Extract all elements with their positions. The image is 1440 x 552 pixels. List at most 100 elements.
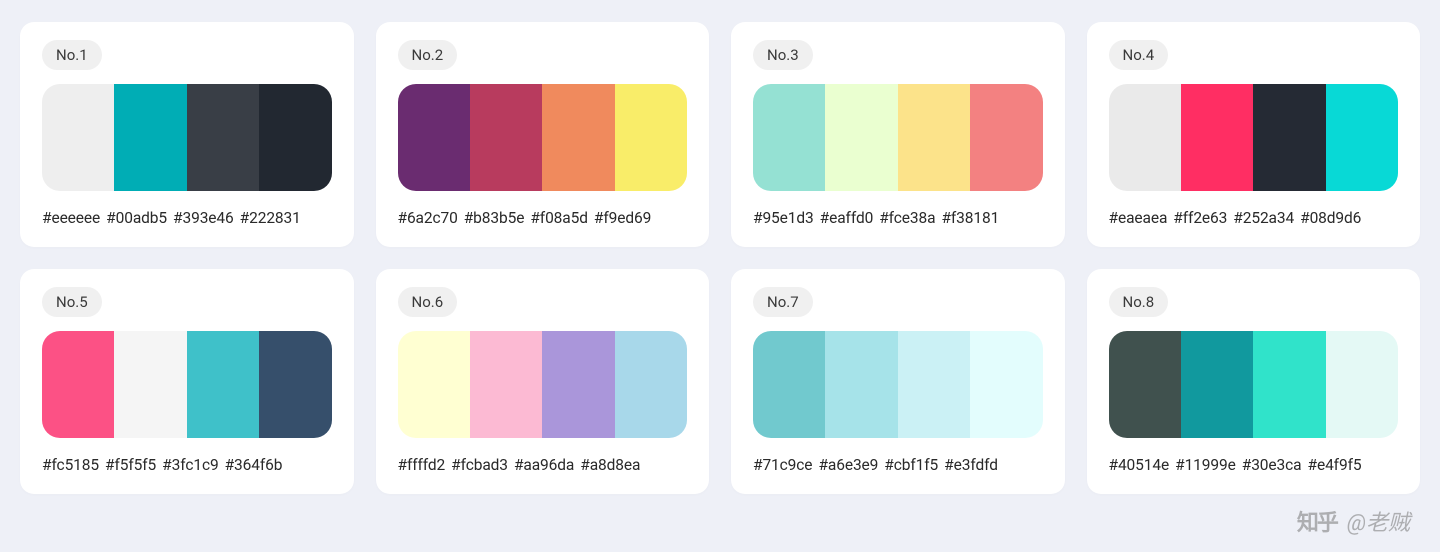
color-swatch[interactable] [187, 84, 259, 191]
hex-code[interactable]: #6a2c70 [398, 209, 458, 227]
palette-card[interactable]: No.8 #40514e #11999e #30e3ca #e4f9f5 [1087, 269, 1421, 494]
hex-code[interactable]: #3fc1c9 [162, 456, 218, 474]
color-swatch[interactable] [825, 84, 897, 191]
palette-badge: No.2 [398, 40, 458, 70]
swatch-row [398, 84, 688, 191]
hex-row: #fc5185 #f5f5f5 #3fc1c9 #364f6b [42, 456, 332, 474]
swatch-row [753, 331, 1043, 438]
palette-badge: No.8 [1109, 287, 1169, 317]
swatch-row [1109, 84, 1399, 191]
hex-code[interactable]: #f08a5d [530, 209, 588, 227]
color-swatch[interactable] [1181, 84, 1253, 191]
color-swatch[interactable] [615, 84, 687, 191]
color-swatch[interactable] [470, 331, 542, 438]
palette-card[interactable]: No.3 #95e1d3 #eaffd0 #fce38a #f38181 [731, 22, 1065, 247]
hex-code[interactable]: #252a34 [1233, 209, 1294, 227]
swatch-row [42, 84, 332, 191]
swatch-row [42, 331, 332, 438]
color-swatch[interactable] [259, 331, 331, 438]
palette-card[interactable]: No.5 #fc5185 #f5f5f5 #3fc1c9 #364f6b [20, 269, 354, 494]
color-swatch[interactable] [470, 84, 542, 191]
hex-code[interactable]: #95e1d3 [753, 209, 814, 227]
color-swatch[interactable] [753, 331, 825, 438]
hex-code[interactable]: #393e46 [173, 209, 234, 227]
color-swatch[interactable] [542, 331, 614, 438]
hex-code[interactable]: #eaffd0 [820, 209, 874, 227]
palette-card[interactable]: No.1 #eeeeee #00adb5 #393e46 #222831 [20, 22, 354, 247]
color-swatch[interactable] [825, 331, 897, 438]
palette-card[interactable]: No.6 #ffffd2 #fcbad3 #aa96da #a8d8ea [376, 269, 710, 494]
hex-code[interactable]: #f38181 [941, 209, 999, 227]
hex-row: #eaeaea #ff2e63 #252a34 #08d9d6 [1109, 209, 1399, 227]
palette-badge: No.1 [42, 40, 102, 70]
color-swatch[interactable] [1109, 331, 1181, 438]
hex-row: #95e1d3 #eaffd0 #fce38a #f38181 [753, 209, 1043, 227]
color-swatch[interactable] [1253, 84, 1325, 191]
hex-code[interactable]: #71c9ce [753, 456, 812, 474]
color-swatch[interactable] [615, 331, 687, 438]
hex-code[interactable]: #e3fdfd [944, 456, 998, 474]
hex-code[interactable]: #eaeaea [1109, 209, 1168, 227]
color-swatch[interactable] [1253, 331, 1325, 438]
palette-grid: No.1 #eeeeee #00adb5 #393e46 #222831 No.… [20, 22, 1420, 494]
color-swatch[interactable] [1181, 331, 1253, 438]
palette-badge: No.5 [42, 287, 102, 317]
palette-badge: No.3 [753, 40, 813, 70]
palette-card[interactable]: No.4 #eaeaea #ff2e63 #252a34 #08d9d6 [1087, 22, 1421, 247]
palette-badge: No.6 [398, 287, 458, 317]
palette-badge: No.7 [753, 287, 813, 317]
color-swatch[interactable] [898, 331, 970, 438]
color-swatch[interactable] [187, 331, 259, 438]
color-swatch[interactable] [42, 84, 114, 191]
hex-code[interactable]: #11999e [1175, 456, 1236, 474]
color-swatch[interactable] [1326, 331, 1398, 438]
color-swatch[interactable] [1109, 84, 1181, 191]
palette-badge: No.4 [1109, 40, 1169, 70]
hex-code[interactable]: #ffffd2 [398, 456, 446, 474]
color-swatch[interactable] [1326, 84, 1398, 191]
color-swatch[interactable] [970, 331, 1042, 438]
hex-code[interactable]: #e4f9f5 [1308, 456, 1362, 474]
hex-code[interactable]: #fce38a [879, 209, 935, 227]
hex-code[interactable]: #eeeeee [42, 209, 100, 227]
color-swatch[interactable] [398, 331, 470, 438]
color-swatch[interactable] [114, 84, 186, 191]
color-swatch[interactable] [398, 84, 470, 191]
swatch-row [753, 84, 1043, 191]
hex-code[interactable]: #40514e [1109, 456, 1170, 474]
hex-code[interactable]: #30e3ca [1242, 456, 1302, 474]
hex-row: #71c9ce #a6e3e9 #cbf1f5 #e3fdfd [753, 456, 1043, 474]
hex-code[interactable]: #08d9d6 [1300, 209, 1361, 227]
color-swatch[interactable] [970, 84, 1042, 191]
hex-code[interactable]: #b83b5e [464, 209, 525, 227]
watermark-author: @老贼 [1347, 505, 1410, 537]
color-swatch[interactable] [542, 84, 614, 191]
hex-code[interactable]: #00adb5 [106, 209, 167, 227]
hex-code[interactable]: #cbf1f5 [884, 456, 938, 474]
hex-code[interactable]: #a6e3e9 [818, 456, 878, 474]
watermark: 知乎 @老贼 [1297, 505, 1410, 537]
color-swatch[interactable] [259, 84, 331, 191]
swatch-row [1109, 331, 1399, 438]
zhihu-logo-icon: 知乎 [1297, 505, 1337, 537]
palette-card[interactable]: No.7 #71c9ce #a6e3e9 #cbf1f5 #e3fdfd [731, 269, 1065, 494]
hex-row: #40514e #11999e #30e3ca #e4f9f5 [1109, 456, 1399, 474]
hex-code[interactable]: #fcbad3 [451, 456, 508, 474]
color-swatch[interactable] [753, 84, 825, 191]
hex-code[interactable]: #ff2e63 [1173, 209, 1227, 227]
color-swatch[interactable] [898, 84, 970, 191]
hex-code[interactable]: #f5f5f5 [105, 456, 156, 474]
swatch-row [398, 331, 688, 438]
hex-code[interactable]: #a8d8ea [580, 456, 640, 474]
color-swatch[interactable] [42, 331, 114, 438]
palette-card[interactable]: No.2 #6a2c70 #b83b5e #f08a5d #f9ed69 [376, 22, 710, 247]
hex-code[interactable]: #fc5185 [42, 456, 99, 474]
color-swatch[interactable] [114, 331, 186, 438]
hex-row: #6a2c70 #b83b5e #f08a5d #f9ed69 [398, 209, 688, 227]
hex-row: #eeeeee #00adb5 #393e46 #222831 [42, 209, 332, 227]
hex-row: #ffffd2 #fcbad3 #aa96da #a8d8ea [398, 456, 688, 474]
hex-code[interactable]: #222831 [240, 209, 301, 227]
hex-code[interactable]: #f9ed69 [594, 209, 651, 227]
hex-code[interactable]: #364f6b [225, 456, 283, 474]
hex-code[interactable]: #aa96da [514, 456, 574, 474]
